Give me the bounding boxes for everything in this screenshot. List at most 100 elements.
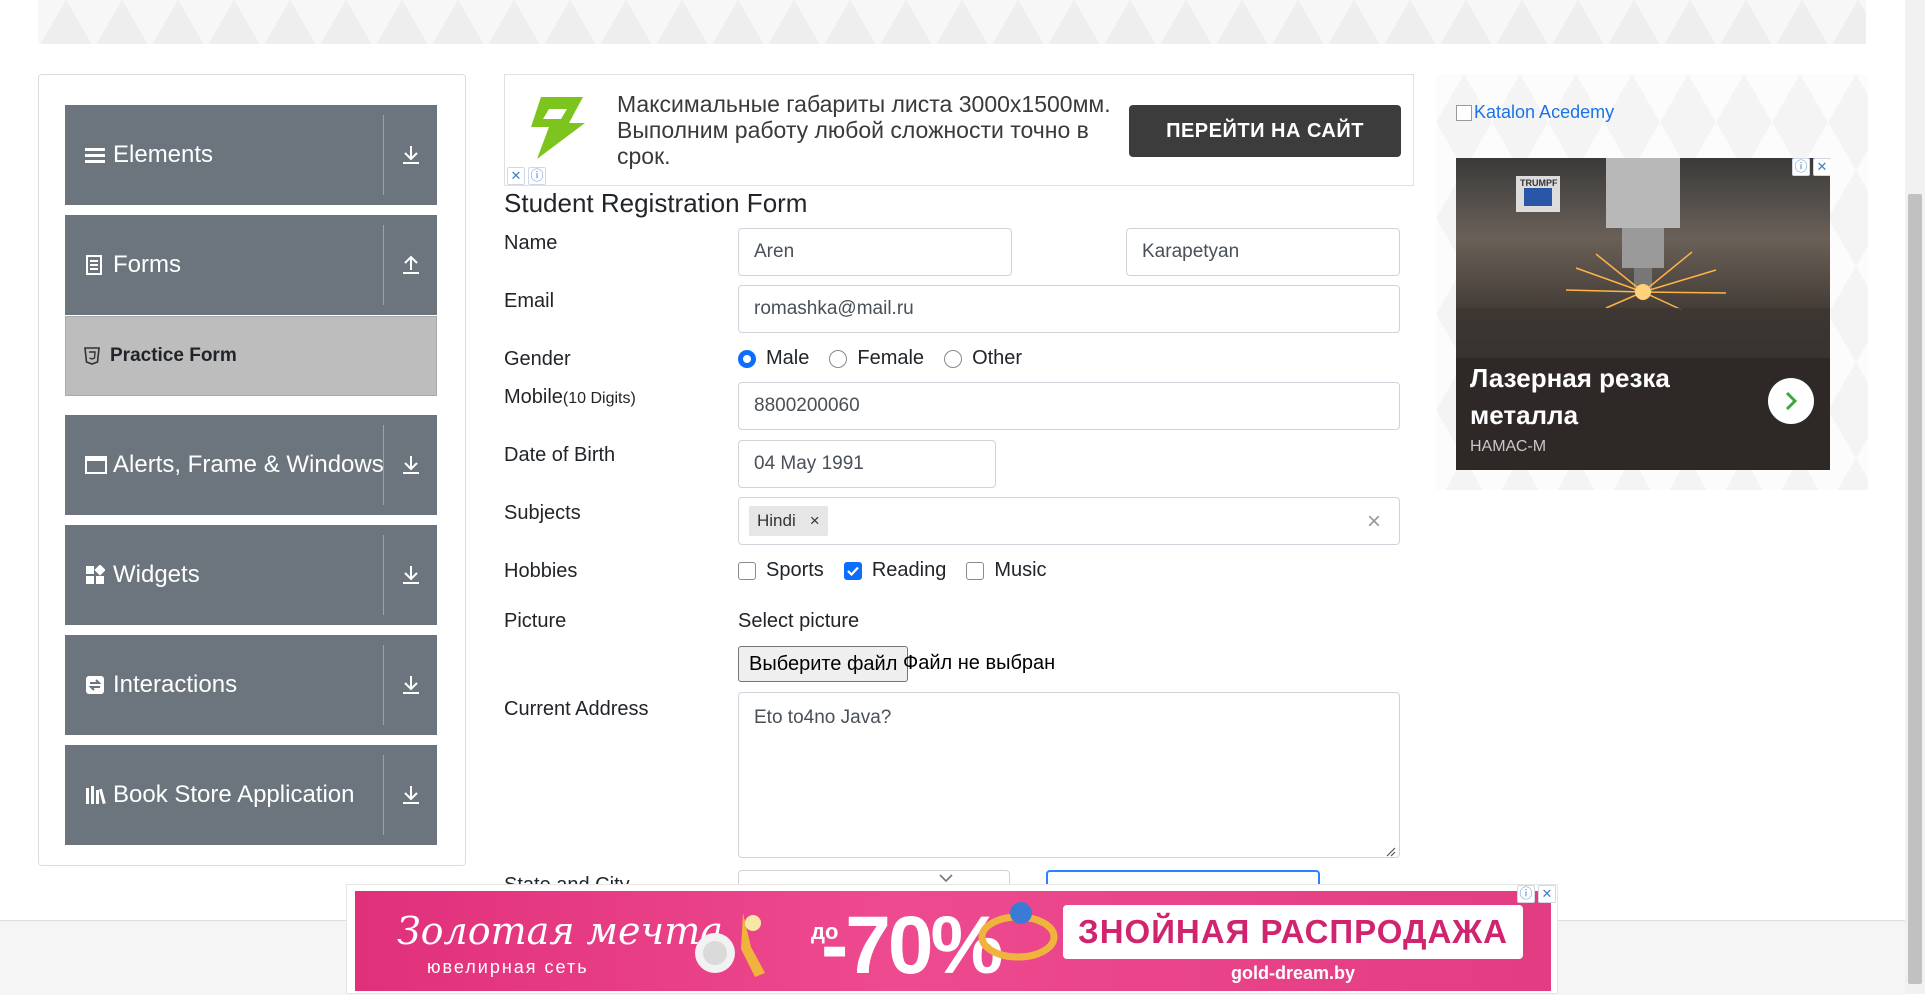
radio-other[interactable] bbox=[944, 349, 963, 368]
html5-icon bbox=[84, 347, 102, 365]
books-icon bbox=[85, 745, 107, 845]
checkbox-label: Sports bbox=[766, 559, 824, 581]
hobby-reading-option[interactable]: Reading bbox=[843, 559, 947, 582]
radio-label: Other bbox=[972, 347, 1023, 369]
chevron-down-icon[interactable] bbox=[401, 525, 421, 625]
sidebar-group-forms[interactable]: Forms bbox=[65, 215, 437, 315]
earring-icon bbox=[691, 903, 787, 991]
chevron-down-icon[interactable] bbox=[401, 415, 421, 515]
close-icon[interactable]: ✕ bbox=[1538, 885, 1556, 903]
widgets-icon bbox=[85, 525, 105, 625]
laser-ad-card[interactable]: TRUMPF Лазерная резка металла НАМАС-М ⓘ … bbox=[1456, 158, 1830, 470]
gender-radio-group: Male Female Other bbox=[738, 347, 1042, 370]
page-title: Student Registration Form bbox=[504, 188, 808, 218]
checkbox-sports[interactable] bbox=[738, 561, 756, 580]
checkbox-label: Reading bbox=[871, 559, 947, 581]
info-icon[interactable]: ⓘ bbox=[1792, 158, 1810, 176]
name-label: Name bbox=[504, 232, 558, 254]
close-icon[interactable]: ✕ bbox=[1813, 158, 1830, 176]
radio-label: Female bbox=[857, 347, 925, 369]
sidebar-item-practice-form[interactable]: Practice Form bbox=[65, 316, 437, 396]
sidebar-group-label: Alerts, Frame & Windows bbox=[113, 451, 384, 478]
hamburger-icon bbox=[85, 105, 105, 205]
close-icon[interactable]: ✕ bbox=[507, 167, 525, 185]
chevron-down-icon[interactable] bbox=[401, 105, 421, 205]
sidebar-item-label: Practice Form bbox=[110, 345, 237, 366]
hobbies-group: Sports Reading Music bbox=[738, 559, 1067, 582]
form-icon bbox=[85, 215, 103, 315]
current-address-label: Current Address bbox=[504, 698, 649, 720]
hobby-sports-option[interactable]: Sports bbox=[738, 559, 824, 582]
scrollbar-thumb[interactable] bbox=[1908, 194, 1922, 984]
gender-label: Gender bbox=[504, 348, 571, 370]
subjects-input[interactable]: Hindi × × bbox=[738, 497, 1400, 545]
gender-other-option[interactable]: Other bbox=[944, 347, 1022, 370]
bottom-ad-banner[interactable]: Золотая мечта ювелирная сеть до -70% ЗНО… bbox=[346, 884, 1558, 994]
email-field[interactable]: romashka@mail.ru bbox=[738, 285, 1400, 333]
chevron-down-icon[interactable] bbox=[401, 635, 421, 735]
top-ad-banner[interactable]: Максимальные габариты листа 3000x1500мм.… bbox=[504, 74, 1414, 186]
jewelry-ad[interactable]: Золотая мечта ювелирная сеть до -70% ЗНО… bbox=[355, 891, 1551, 991]
chevron-down-icon[interactable] bbox=[401, 745, 421, 845]
ad-site: gold-dream.by bbox=[1231, 963, 1356, 983]
subjects-label: Subjects bbox=[504, 502, 581, 524]
sidebar-group-label: Forms bbox=[113, 251, 181, 278]
radio-female[interactable] bbox=[829, 349, 848, 368]
interactions-icon bbox=[85, 635, 105, 735]
first-name-input[interactable]: Aren bbox=[738, 228, 1012, 276]
divider bbox=[383, 225, 384, 305]
sidebar-group-elements[interactable]: Elements bbox=[65, 105, 437, 205]
sidebar-group-alerts[interactable]: Alerts, Frame & Windows bbox=[65, 415, 437, 515]
radio-label: Male bbox=[766, 347, 810, 369]
email-label: Email bbox=[504, 290, 555, 312]
sidebar-group-widgets[interactable]: Widgets bbox=[65, 525, 437, 625]
ad-brand-sub: ювелирная сеть bbox=[427, 957, 589, 977]
mobile-hint: (10 Digits) bbox=[562, 390, 636, 407]
window-icon bbox=[85, 415, 107, 515]
subject-chip-label: Hindi bbox=[757, 511, 796, 530]
current-address-textarea[interactable]: Eto to4no Java? bbox=[738, 692, 1400, 858]
select-picture-label: Select picture bbox=[738, 610, 860, 632]
divider bbox=[383, 535, 384, 615]
last-name-input[interactable]: Karapetyan bbox=[1126, 228, 1400, 276]
dob-label: Date of Birth bbox=[504, 444, 616, 466]
chip-remove-icon[interactable]: × bbox=[810, 511, 820, 531]
info-icon[interactable]: ⓘ bbox=[528, 167, 546, 185]
sidebar-group-bookstore[interactable]: Book Store Application bbox=[65, 745, 437, 845]
ad-brand: Золотая мечта bbox=[397, 909, 723, 953]
hobby-music-option[interactable]: Music bbox=[966, 559, 1047, 582]
info-icon[interactable]: ⓘ bbox=[1517, 885, 1535, 903]
chevron-right-icon[interactable] bbox=[1768, 378, 1814, 424]
checkbox-music[interactable] bbox=[966, 561, 985, 580]
ad-text: Максимальные габариты листа 3000x1500мм.… bbox=[617, 91, 1111, 169]
gender-female-option[interactable]: Female bbox=[829, 347, 924, 370]
file-status: Файл не выбран bbox=[903, 652, 1056, 674]
right-ad-container: Katalon Acedemy TRUMPF Лазерная резка ме… bbox=[1436, 74, 1868, 490]
sidebar-group-label: Interactions bbox=[113, 671, 238, 698]
ad-title: Лазерная резка металла bbox=[1470, 363, 1670, 430]
top-banner-strip bbox=[38, 0, 1866, 44]
mobile-label-text: Mobile bbox=[504, 386, 563, 408]
clear-icon[interactable]: × bbox=[1367, 508, 1381, 536]
checkbox-reading[interactable] bbox=[843, 561, 862, 580]
divider bbox=[383, 115, 384, 195]
mobile-input[interactable]: 8800200060 bbox=[738, 382, 1400, 430]
choose-file-button[interactable]: Выберите файл bbox=[738, 646, 909, 682]
resize-handle-icon[interactable] bbox=[1386, 844, 1396, 862]
sidebar-group-label: Elements bbox=[113, 141, 214, 168]
sidebar-group-label: Book Store Application bbox=[113, 781, 355, 808]
subject-chip: Hindi × bbox=[749, 506, 828, 536]
katalon-link-text[interactable]: Katalon Acedemy bbox=[1474, 102, 1614, 123]
checkbox-label: Music bbox=[994, 559, 1047, 581]
date-of-birth-input[interactable]: 04 May 1991 bbox=[738, 440, 996, 488]
katalon-link[interactable]: Katalon Acedemy bbox=[1456, 102, 1614, 123]
mobile-label: Mobile(10 Digits) bbox=[504, 386, 636, 409]
radio-male[interactable] bbox=[738, 349, 756, 368]
chevron-up-icon[interactable] bbox=[401, 215, 421, 315]
ad-cta-button[interactable]: ПЕРЕЙТИ НА САЙТ bbox=[1129, 105, 1401, 157]
sidebar-group-interactions[interactable]: Interactions bbox=[65, 635, 437, 735]
ring-icon bbox=[973, 895, 1063, 970]
gender-male-option[interactable]: Male bbox=[738, 347, 809, 370]
sidebar-group-label: Widgets bbox=[113, 561, 200, 588]
trumpf-logo-text: TRUMPF bbox=[1520, 178, 1558, 188]
